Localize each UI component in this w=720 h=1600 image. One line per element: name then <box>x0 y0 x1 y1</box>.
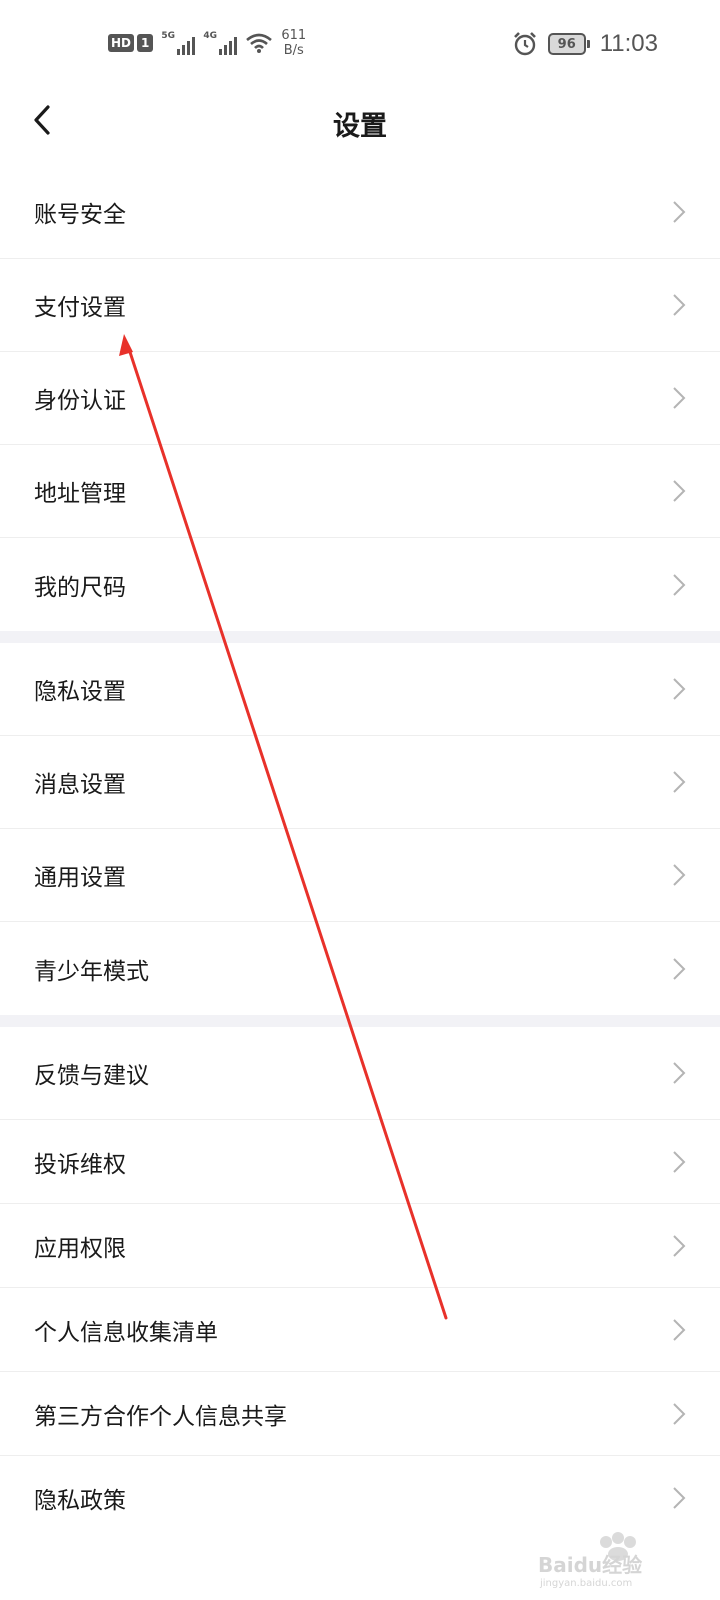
settings-item-identity[interactable]: 身份认证 <box>0 352 720 445</box>
settings-item-label: 我的尺码 <box>34 574 126 601</box>
wifi-icon <box>246 33 273 53</box>
status-bar-left: HD 1 5G 4G 611 B/s <box>108 28 306 58</box>
chevron-right-icon <box>673 387 686 409</box>
net-label-4g: 4G <box>203 31 218 41</box>
header: 设置 <box>0 90 720 162</box>
status-bar-right: 96 11:03 <box>512 30 658 58</box>
baidu-watermark: Baidu经验 jingyan.baidu.com <box>538 1528 678 1589</box>
watermark-url: jingyan.baidu.com <box>539 1578 632 1588</box>
settings-item-label: 隐私设置 <box>34 679 126 705</box>
chevron-right-icon <box>673 294 686 316</box>
settings-list: 账号安全 支付设置 身份认证 地址管理 我的尺码 隐私设置 消息设置 通用设置 … <box>0 166 720 1540</box>
chevron-right-icon <box>673 1318 686 1341</box>
chevron-right-icon <box>673 480 686 502</box>
chevron-right-icon <box>673 201 686 223</box>
chevron-right-icon <box>673 957 686 980</box>
signal-4g-icon: 4G <box>203 31 238 55</box>
chevron-right-icon <box>673 1062 686 1084</box>
settings-item-size[interactable]: 我的尺码 <box>0 538 720 631</box>
settings-item-complaints[interactable]: 投诉维权 <box>0 1120 720 1204</box>
settings-item-app-permissions[interactable]: 应用权限 <box>0 1204 720 1288</box>
settings-item-label: 身份认证 <box>34 388 126 414</box>
settings-item-label: 地址管理 <box>34 481 126 507</box>
chevron-right-icon <box>673 864 686 886</box>
settings-item-label: 支付设置 <box>34 295 126 321</box>
chevron-right-icon <box>673 1402 686 1425</box>
signal-5g-icon: 5G <box>161 31 196 55</box>
chevron-right-icon <box>673 1234 686 1257</box>
chevron-right-icon <box>673 573 686 596</box>
chevron-right-icon <box>673 1150 686 1173</box>
settings-item-personal-info-list[interactable]: 个人信息收集清单 <box>0 1288 720 1372</box>
network-speed: 611 B/s <box>281 28 306 58</box>
settings-item-label: 个人信息收集清单 <box>34 1319 218 1346</box>
settings-item-label: 应用权限 <box>34 1235 126 1262</box>
alarm-icon <box>513 32 536 56</box>
chevron-right-icon <box>673 678 686 700</box>
settings-item-payment[interactable]: 支付设置 <box>0 259 720 352</box>
settings-item-label: 投诉维权 <box>34 1151 126 1178</box>
settings-item-general[interactable]: 通用设置 <box>0 829 720 922</box>
paw-logo-icon: Baidu经验 jingyan.baidu.com <box>538 1532 642 1589</box>
net-label-5g: 5G <box>161 31 176 41</box>
settings-item-third-party-sharing[interactable]: 第三方合作个人信息共享 <box>0 1372 720 1456</box>
settings-item-address[interactable]: 地址管理 <box>0 445 720 538</box>
sim-label: 1 <box>137 34 154 52</box>
settings-item-label: 消息设置 <box>34 772 126 798</box>
clock: 11:03 <box>599 30 658 57</box>
settings-item-teen-mode[interactable]: 青少年模式 <box>0 922 720 1015</box>
group-separator <box>0 1015 720 1027</box>
settings-item-account-security[interactable]: 账号安全 <box>0 166 720 259</box>
settings-item-label: 第三方合作个人信息共享 <box>34 1403 287 1430</box>
speed-value: 611 <box>281 28 307 43</box>
hd-badge: HD 1 <box>108 34 154 52</box>
battery-icon: 96 <box>547 33 590 55</box>
settings-item-messages[interactable]: 消息设置 <box>0 736 720 829</box>
page-title: 设置 <box>333 111 387 142</box>
settings-screen: HD 1 5G 4G 611 B/s 96 11:03 设置 账号安全 支付设置… <box>0 0 720 1600</box>
chevron-right-icon <box>673 771 686 793</box>
hd-label: HD <box>108 34 135 52</box>
settings-item-label: 青少年模式 <box>34 958 149 985</box>
chevron-right-icon <box>673 1487 686 1509</box>
settings-item-privacy[interactable]: 隐私设置 <box>0 643 720 736</box>
settings-item-feedback[interactable]: 反馈与建议 <box>0 1027 720 1120</box>
battery-level: 96 <box>547 33 586 55</box>
group-separator <box>0 631 720 643</box>
watermark-brand: Baidu经验 <box>538 1553 642 1577</box>
status-bar: HD 1 5G 4G 611 B/s 96 11:03 <box>0 0 720 90</box>
settings-item-label: 通用设置 <box>34 865 126 891</box>
speed-unit: B/s <box>283 43 304 58</box>
settings-item-label: 反馈与建议 <box>34 1063 149 1089</box>
settings-item-label: 账号安全 <box>34 202 126 228</box>
settings-item-label: 隐私政策 <box>34 1488 126 1514</box>
